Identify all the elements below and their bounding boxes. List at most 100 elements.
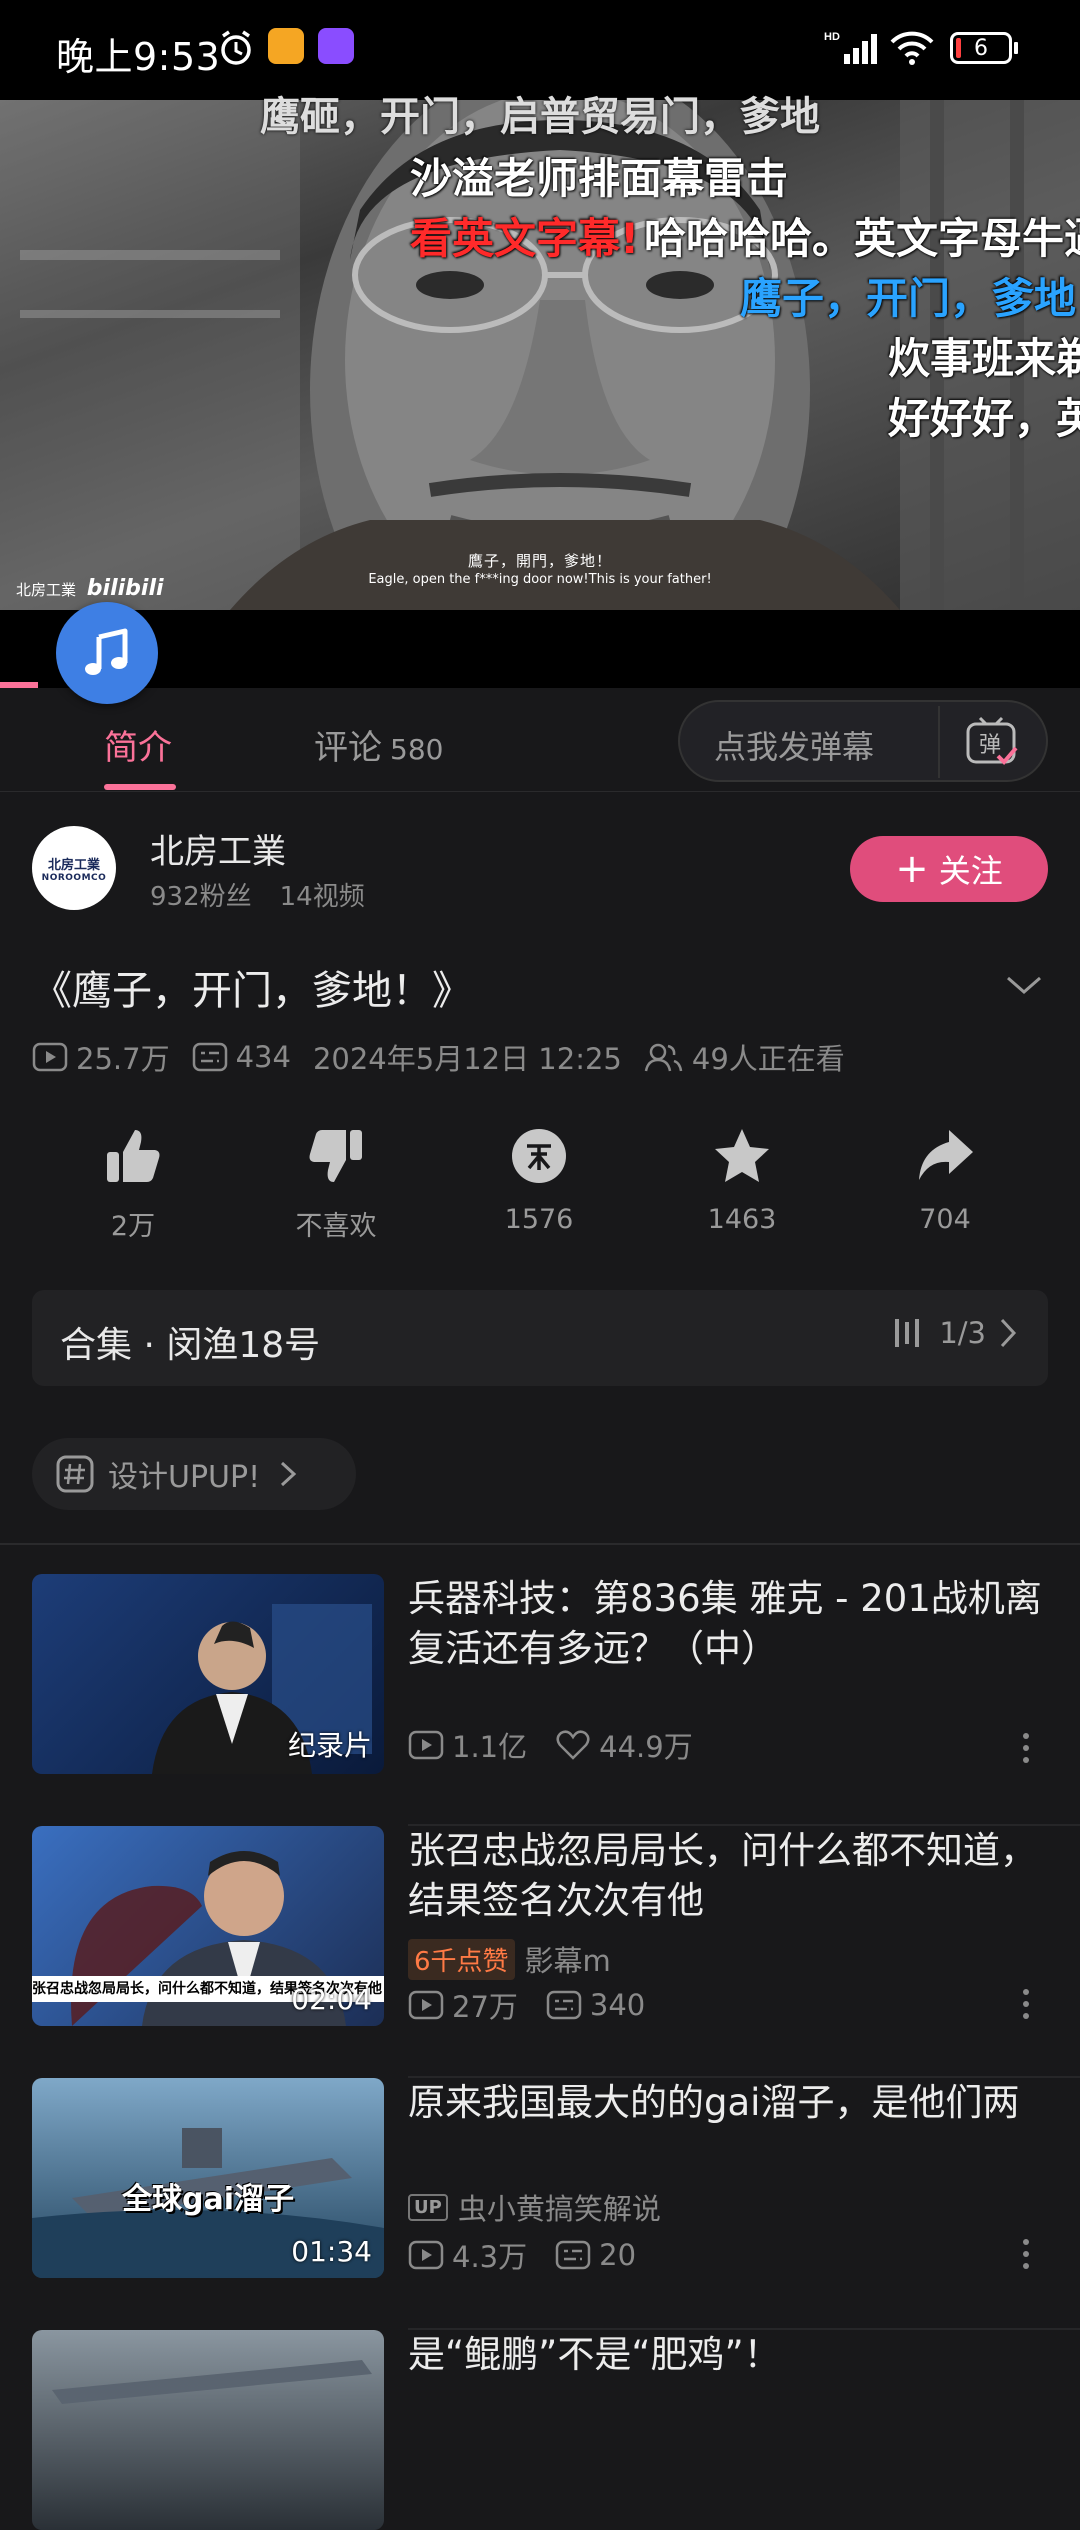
danmaku-comment: 鹰子，开门，爹地 [740,274,1077,323]
video-player[interactable]: 沙溢老师排面幕雷击 看英文字幕! 哈哈哈哈。英文字母牛逼 鹰子，开门，爹地 炊事… [0,100,1080,610]
danmaku-comment: 哈哈哈哈。英文字母牛逼 [644,214,1080,263]
watching-icon [644,1043,683,1072]
episode-list-icon [895,1319,920,1347]
tab-comments[interactable]: 评论 580 [314,720,443,769]
danmaku-comment: 沙溢老师排面幕雷击 [410,154,789,203]
coin-count: 1576 [504,1204,574,1235]
more-options-icon[interactable] [1020,1732,1032,1764]
thumbs-down-icon [309,1130,362,1182]
more-options-icon[interactable] [1020,2238,1032,2270]
signal-icon: HD [824,31,877,64]
action-bar: 2万 不喜欢 1576 1463 704 [0,1120,1080,1250]
rec-views: 27万 [452,1990,518,2024]
chevron-down-icon[interactable] [1004,970,1044,1000]
tab-intro[interactable]: 简介 [104,720,172,769]
share-icon [919,1130,973,1180]
avatar[interactable]: 北房工業 NOROOMCO [32,826,116,910]
collection-progress: 1/3 [893,1316,1020,1350]
danmaku-count-icon [555,2240,591,2270]
watching-count: 49人正在看 [691,1042,845,1076]
bilibili-logo: bilibili [86,576,164,601]
more-options-icon[interactable] [1020,1988,1032,2020]
uploader-name[interactable]: 北房工業 [150,824,286,873]
rec-views: 1.1亿 [452,1730,528,1764]
chevron-right-icon [1000,1318,1017,1348]
danmaku-input[interactable]: 点我发弹幕 弹 [678,700,1048,782]
uploader-row: 北房工業 NOROOMCO 北房工業 932粉丝 14视频 + 关注 [0,800,1080,940]
list-item[interactable]: 是“鲲鹏”不是“肥鸡”！ [0,2330,1080,2530]
rec-title[interactable]: 是“鲲鹏”不是“肥鸡”！ [408,2330,1048,2380]
likes-badge: 6千点赞 [408,1938,515,1980]
play-count-icon [408,1990,444,2020]
follow-button[interactable]: + 关注 [850,836,1048,902]
video-thumbnail[interactable]: 张召忠战忽局局长，问什么都不知道，结果签名次次有他 02:04 [32,1826,384,2026]
rec-uploader-row: 6千点赞 影幕m [408,1938,611,1980]
list-item[interactable]: 纪录片 兵器科技：第836集 雅克 - 201战机离复活还有多远？（中） 1.1… [0,1574,1080,1826]
rec-title[interactable]: 原来我国最大的的gai溜子，是他们两 [408,2078,1048,2128]
video-thumbnail[interactable] [32,2330,384,2530]
list-item[interactable]: 全球gai溜子 01:34 原来我国最大的的gai溜子，是他们两 UP 虫小黄搞笑… [0,2078,1080,2330]
coin-button[interactable]: 1576 [464,1120,614,1235]
thumbnail-label: 纪录片 [287,1729,372,1762]
dislike-button[interactable]: 不喜欢 [261,1120,411,1243]
video-thumbnail[interactable]: 全球gai溜子 01:34 [32,2078,384,2278]
danmaku-comment: 好好好，英 [888,394,1080,443]
star-icon [715,1129,769,1182]
rec-title[interactable]: 兵器科技：第836集 雅克 - 201战机离复活还有多远？（中） [408,1574,1048,1674]
view-count: 25.7万 [76,1042,170,1076]
coin-icon [512,1129,566,1183]
rec-uploader: 影幕m [524,1944,611,1978]
play-count-icon [32,1042,68,1072]
battery-tip [1014,42,1018,54]
uploader-videos: 14视频 [279,882,365,912]
danmaku-toggle-icon[interactable]: 弹 [962,714,1022,770]
favorite-count: 1463 [707,1204,777,1235]
rec-title[interactable]: 张召忠战忽局局长，问什么都不知道，结果签名次次有他 [408,1826,1048,1926]
danmaku-icon-label: 弹 [979,733,1001,758]
publish-date: 2024年5月12日 12:25 [312,1042,622,1076]
danmaku-comment: 看英文字幕! [410,214,640,263]
chevron-right-icon [281,1461,297,1487]
status-time: 晚上9:53 [56,35,221,79]
video-thumbnail[interactable]: 纪录片 [32,1574,384,1774]
thumbnail-image [52,2360,372,2404]
heart-icon [556,1730,590,1760]
dislike-label: 不喜欢 [295,1211,377,1242]
rec-views: 4.3万 [452,2240,528,2274]
collection-card[interactable]: 合集 · 闵渔18号 1/3 [32,1290,1048,1386]
top-danmaku: 鹰砸，开门，启普贸易门，爹地 [260,94,820,140]
list-item[interactable]: 张召忠战忽局局长，问什么都不知道，结果签名次次有他 02:04 张召忠战忽局局长… [0,1826,1080,2078]
video-duration: 01:34 [291,2235,372,2268]
wifi-icon [890,31,934,65]
favorite-button[interactable]: 1463 [667,1120,817,1235]
danmaku-comment: 炊事班来剃 [888,334,1080,383]
topic-tag[interactable]: 设计UPUP! [32,1438,356,1510]
video-watermark: 北房工業 bilibili [16,576,164,601]
video-subtitle-cn: 鷹子，開門，爹地！ [467,552,612,570]
uploader-fans: 932粉丝 [150,882,252,912]
rec-stats: 4.3万 20 [408,2234,664,2276]
danmaku-count-icon [546,1990,582,2020]
play-count-icon [408,1730,444,1760]
comments-count: 580 [390,733,444,766]
thumbnail-caption: 全球gai溜子 [121,2182,294,2217]
music-note-icon [85,628,128,675]
share-count: 704 [919,1204,971,1235]
like-count: 2万 [110,1211,156,1242]
follow-label: 关注 [938,852,1003,890]
danmaku-input-placeholder: 点我发弹幕 [714,728,875,766]
battery-icon: 6 [950,32,1012,64]
thumbs-up-icon [107,1130,160,1182]
section-divider [0,1543,1080,1545]
share-button[interactable]: 704 [870,1120,1020,1235]
tab-comments-label: 评论 [314,728,382,768]
danmaku-count: 434 [235,1040,291,1074]
like-button[interactable]: 2万 [58,1120,208,1243]
alarm-icon [221,30,251,65]
rec-uploader: 虫小黄搞笑解说 [457,2192,661,2226]
plus-icon: + [895,846,929,892]
danmaku-input-divider [938,706,940,778]
topic-label: 设计UPUP! [108,1460,261,1495]
video-meta: 25.7万 434 2024年5月12日 12:25 49人正在看 [32,1036,867,1078]
hashtag-icon [56,1455,94,1493]
